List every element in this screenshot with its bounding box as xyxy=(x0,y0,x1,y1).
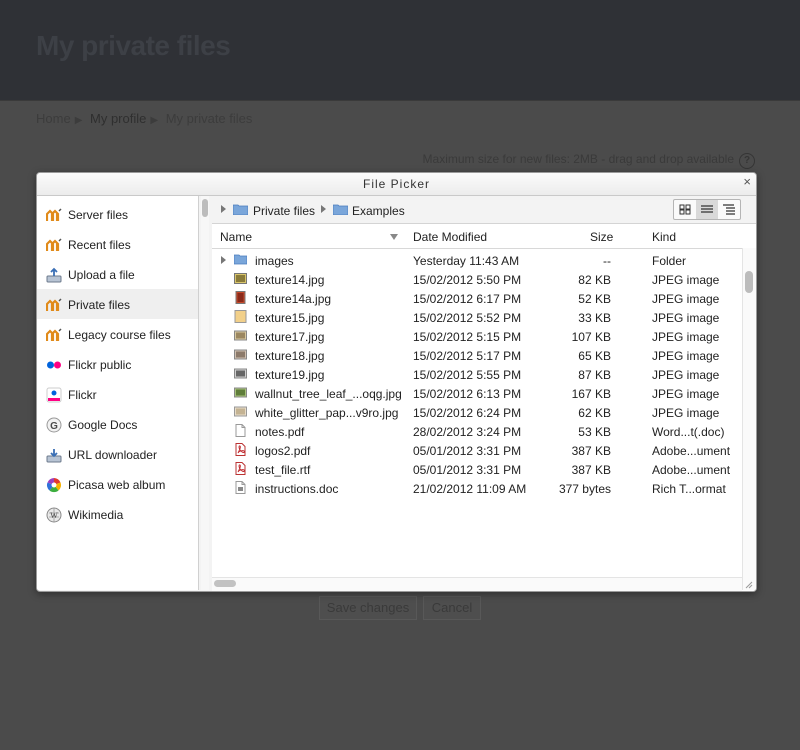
sidebar-item-upload-a-file[interactable]: Upload a file xyxy=(37,259,198,289)
sidebar-item-flickr-public[interactable]: Flickr public xyxy=(37,349,198,379)
image-icon xyxy=(234,387,247,398)
column-name-header[interactable]: Name xyxy=(220,230,252,244)
image-icon xyxy=(234,330,247,341)
download-icon xyxy=(46,449,62,463)
file-row[interactable]: texture19.jpg 15/02/2012 5:55 PM 87 KB J… xyxy=(212,365,742,384)
moodle-icon xyxy=(46,208,62,221)
sidebar-item-google-docs[interactable]: G Google Docs xyxy=(37,409,198,439)
cancel-button[interactable]: Cancel xyxy=(423,596,481,620)
file-row[interactable]: test_file.rtf 05/01/2012 3:31 PM 387 KB … xyxy=(212,460,742,479)
wikimedia-icon: W xyxy=(46,507,62,523)
file-row[interactable]: images Yesterday 11:43 AM -- Folder xyxy=(212,251,742,270)
sidebar-item-flickr[interactable]: Flickr xyxy=(37,379,198,409)
image-icon xyxy=(234,368,247,379)
moodle-icon xyxy=(46,238,62,251)
column-kind-header[interactable]: Kind xyxy=(652,230,676,244)
pdf-icon xyxy=(235,443,246,456)
path-segment-private-files[interactable]: Private files xyxy=(253,204,315,218)
file-row[interactable]: logos2.pdf 05/01/2012 3:31 PM 387 KB Ado… xyxy=(212,441,742,460)
file-row[interactable]: instructions.doc 21/02/2012 11:09 AM 377… xyxy=(212,479,742,498)
help-icon[interactable]: ? xyxy=(739,153,755,169)
sidebar-item-legacy-course-files[interactable]: Legacy course files xyxy=(37,319,198,349)
breadcrumb-my-profile[interactable]: My profile xyxy=(90,111,146,126)
folder-icon xyxy=(234,254,247,265)
document-icon xyxy=(235,481,246,494)
page-title: My private files xyxy=(36,30,231,61)
moodle-icon xyxy=(46,328,62,341)
image-icon xyxy=(234,349,247,360)
file-row[interactable]: white_glitter_pap...v9ro.jpg 15/02/2012 … xyxy=(212,403,742,422)
list-view-button[interactable] xyxy=(696,200,718,219)
path-bar: Private files Examples xyxy=(212,196,756,224)
moodle-icon xyxy=(46,298,62,311)
file-row[interactable]: texture15.jpg 15/02/2012 5:52 PM 33 KB J… xyxy=(212,308,742,327)
resize-grip-icon[interactable] xyxy=(745,581,753,589)
folder-icon xyxy=(333,204,348,215)
file-row[interactable]: texture17.jpg 15/02/2012 5:15 PM 107 KB … xyxy=(212,327,742,346)
sidebar-item-private-files[interactable]: Private files xyxy=(37,289,198,319)
upload-icon xyxy=(46,267,62,283)
path-arrow-icon xyxy=(321,205,326,213)
picasa-icon xyxy=(46,478,62,493)
page-header: My private files xyxy=(0,0,800,101)
tree-view-button[interactable] xyxy=(718,200,740,219)
close-icon[interactable]: × xyxy=(743,174,751,189)
grid-icon xyxy=(679,204,691,215)
dialog-titlebar[interactable]: File Picker × xyxy=(37,173,756,196)
file-row[interactable]: texture14.jpg 15/02/2012 5:50 PM 82 KB J… xyxy=(212,270,742,289)
image-icon xyxy=(235,291,246,304)
sidebar-item-server-files[interactable]: Server files xyxy=(37,199,198,229)
save-changes-button[interactable]: Save changes xyxy=(319,596,417,620)
google-icon: G xyxy=(46,417,62,433)
flickr-icon xyxy=(47,361,61,369)
file-row[interactable]: wallnut_tree_leaf_...oqg.jpg 15/02/2012 … xyxy=(212,384,742,403)
icon-view-button[interactable] xyxy=(674,200,696,219)
flickr-icon xyxy=(46,387,62,403)
image-icon xyxy=(234,310,247,323)
dialog-title: File Picker xyxy=(362,177,430,191)
svg-text:W: W xyxy=(50,511,58,520)
tree-icon xyxy=(723,204,735,215)
column-date-header[interactable]: Date Modified xyxy=(413,230,487,244)
sidebar-item-recent-files[interactable]: Recent files xyxy=(37,229,198,259)
view-switcher xyxy=(673,199,741,220)
file-row[interactable]: texture18.jpg 15/02/2012 5:17 PM 65 KB J… xyxy=(212,346,742,365)
file-list-horizontal-scrollbar[interactable] xyxy=(212,577,742,591)
image-icon xyxy=(234,273,247,284)
file-row[interactable]: texture14a.jpg 15/02/2012 6:17 PM 52 KB … xyxy=(212,289,742,308)
folder-icon xyxy=(233,204,248,215)
file-picker-dialog: File Picker × Server files Recent files … xyxy=(36,172,757,592)
breadcrumb-home[interactable]: Home xyxy=(36,111,71,126)
image-icon xyxy=(234,406,247,417)
document-icon xyxy=(235,424,246,437)
pdf-icon xyxy=(235,462,246,475)
breadcrumb-separator-icon: ▶ xyxy=(74,115,83,126)
sidebar-scrollbar-thumb[interactable] xyxy=(202,199,208,217)
list-icon xyxy=(701,205,713,213)
column-size-header[interactable]: Size xyxy=(590,230,613,244)
file-list-vertical-scrollbar[interactable] xyxy=(742,248,756,590)
breadcrumb-current: My private files xyxy=(165,111,253,126)
file-row[interactable]: notes.pdf 28/02/2012 3:24 PM 53 KB Word.… xyxy=(212,422,742,441)
file-list-horizontal-scrollbar-thumb[interactable] xyxy=(214,580,236,587)
sidebar-scrollbar[interactable] xyxy=(201,196,209,590)
breadcrumb: Home ▶ My profile ▶ My private files xyxy=(36,111,256,126)
path-arrow-icon xyxy=(221,205,226,213)
file-list-pane: Private files Examples Name Date Modifie… xyxy=(212,196,756,591)
column-header: Name Date Modified Size Kind xyxy=(212,224,742,249)
sidebar-item-wikimedia[interactable]: W Wikimedia xyxy=(37,499,198,529)
expand-arrow-icon[interactable] xyxy=(221,256,226,264)
sort-descending-icon[interactable] xyxy=(390,234,398,240)
max-size-text: Maximum size for new files: 2MB - drag a… xyxy=(422,152,734,166)
repository-sidebar: Server files Recent files Upload a file … xyxy=(37,196,199,590)
file-list-vertical-scrollbar-thumb[interactable] xyxy=(745,271,753,293)
sidebar-item-picasa-web-album[interactable]: Picasa web album xyxy=(37,469,198,499)
breadcrumb-separator-icon: ▶ xyxy=(150,115,159,126)
svg-text:G: G xyxy=(50,421,58,432)
sidebar-item-url-downloader[interactable]: URL downloader xyxy=(37,439,198,469)
path-segment-examples[interactable]: Examples xyxy=(352,204,405,218)
